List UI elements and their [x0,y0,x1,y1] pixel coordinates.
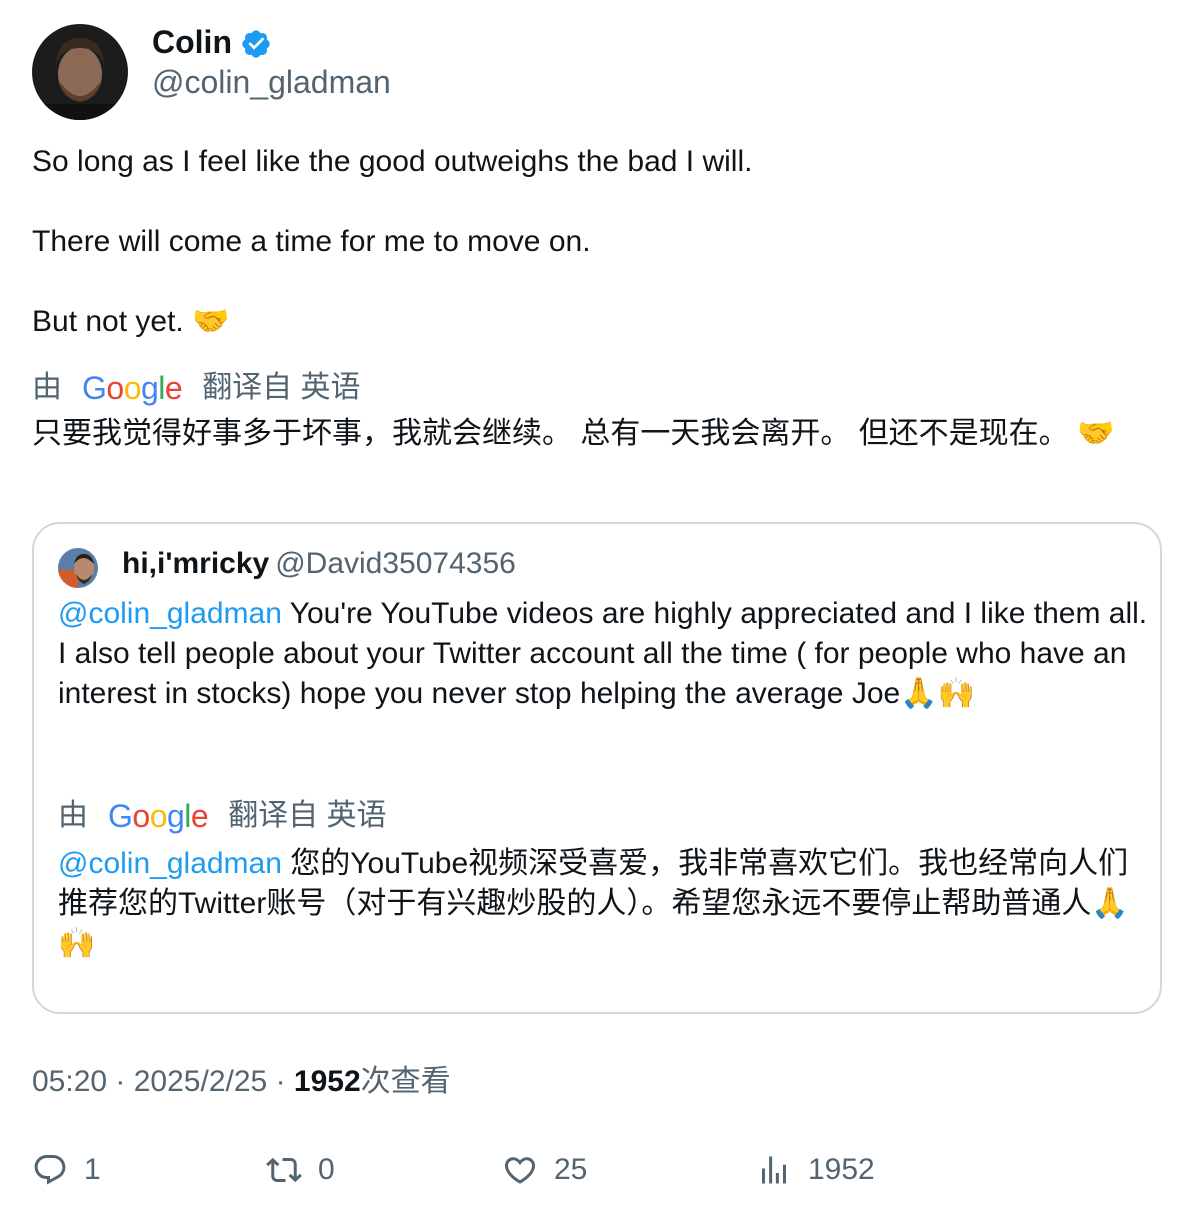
author-name[interactable]: Colin [152,22,232,62]
quoted-translation-attribution: 由 Google 翻译自 英语 [58,796,387,836]
quoted-author-handle[interactable]: @David35074356 [275,547,516,580]
author-avatar[interactable] [32,24,128,120]
reply-count: 1 [84,1153,101,1186]
tweet-text-line: But not yet. 🤝 [32,305,230,338]
tweet-meta: 05:20 · 2025/2/25 · 1952次查看 [32,1065,451,1098]
tweet-text-line: There will come a time for me to move on… [32,225,591,258]
reply-icon [34,1155,66,1185]
retweet-count: 0 [318,1153,335,1186]
translate-prefix: 由 [58,799,88,832]
translate-suffix: 翻译自 英语 [202,371,361,404]
quoted-translated-text: @colin_gladman 您的YouTube视频深受喜爱，我非常喜欢它们。我… [58,844,1148,964]
views-label: 次查看 [360,1065,451,1098]
tweet-time[interactable]: 05:20 [32,1065,107,1098]
retweet-button[interactable]: 0 [266,1150,335,1190]
quoted-tweet-text: @colin_gladman You're YouTube videos are… [58,594,1148,714]
mention-link[interactable]: @colin_gladman [58,847,282,880]
translation-attribution: 由 Google 翻译自 英语 [32,368,361,408]
verified-badge-icon [240,28,272,60]
quoted-author-name[interactable]: hi,i'mricky [122,547,269,580]
translate-suffix: 翻译自 英语 [228,799,387,832]
retweet-icon [266,1157,302,1183]
views-chart-icon [762,1156,786,1184]
translated-text: 只要我觉得好事多于坏事，我就会继续。 总有一天我会离开。 但还不是现在。 🤝 [32,417,1115,450]
like-count: 25 [554,1153,588,1186]
quoted-author-avatar[interactable] [58,548,98,588]
like-button[interactable]: 25 [502,1150,587,1190]
google-logo: Google [82,370,183,406]
views-count-action: 1952 [808,1153,875,1186]
tweet-date[interactable]: 2025/2/25 [134,1065,267,1098]
views-count: 1952 [293,1065,361,1098]
google-logo: Google [108,798,209,834]
quoted-author[interactable]: hi,i'mricky @David35074356 [122,544,516,584]
views-button[interactable]: 1952 [756,1150,875,1190]
reply-button[interactable]: 1 [32,1150,101,1190]
mention-link[interactable]: @colin_gladman [58,597,282,630]
heart-icon [504,1157,536,1184]
author-handle[interactable]: @colin_gladman [152,62,391,102]
translate-prefix: 由 [32,371,62,404]
tweet-text-line: So long as I feel like the good outweigh… [32,145,753,178]
